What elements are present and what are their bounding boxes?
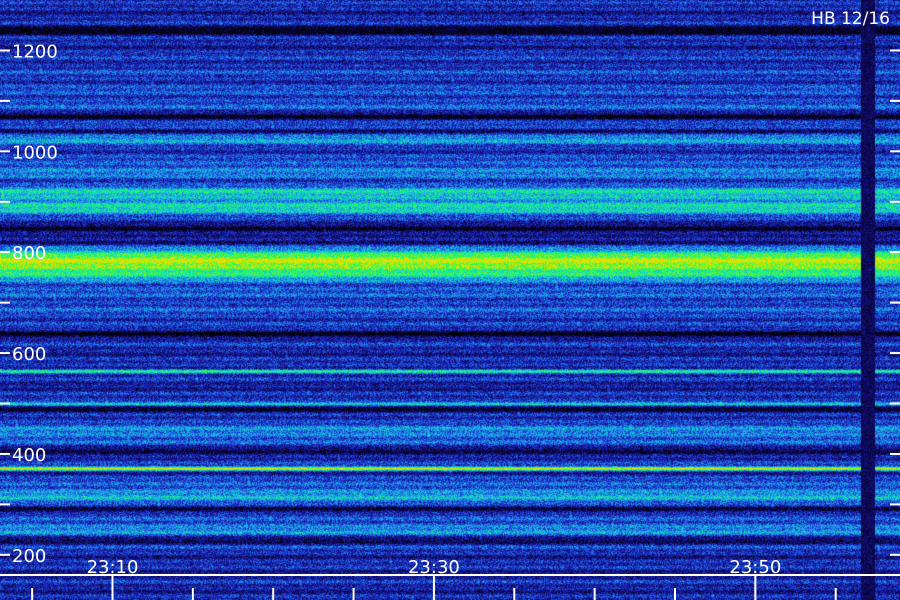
y-tick-label: 600 [12, 344, 46, 365]
chart-overlay: 200 400 600 800 1000 1200 23:10 23:30 23:50 HB … [0, 9, 900, 600]
y-tick-label: 800 [12, 243, 46, 264]
y-tick-label: 200 [12, 546, 46, 567]
station-label: HB 12/16 [811, 9, 890, 29]
x-axis: 23:10 23:30 23:50 [0, 557, 900, 600]
x-tick-label: 23:30 [408, 557, 460, 578]
x-tick-label: 23:10 [87, 557, 139, 578]
y-axis-left: 200 400 600 800 1000 1200 [0, 41, 58, 567]
y-tick-label: 400 [12, 445, 46, 466]
x-tick-label: 23:50 [729, 557, 781, 578]
y-tick-label: 1200 [12, 41, 58, 62]
y-axis-right [890, 49, 900, 556]
y-tick-label: 1000 [12, 142, 58, 163]
